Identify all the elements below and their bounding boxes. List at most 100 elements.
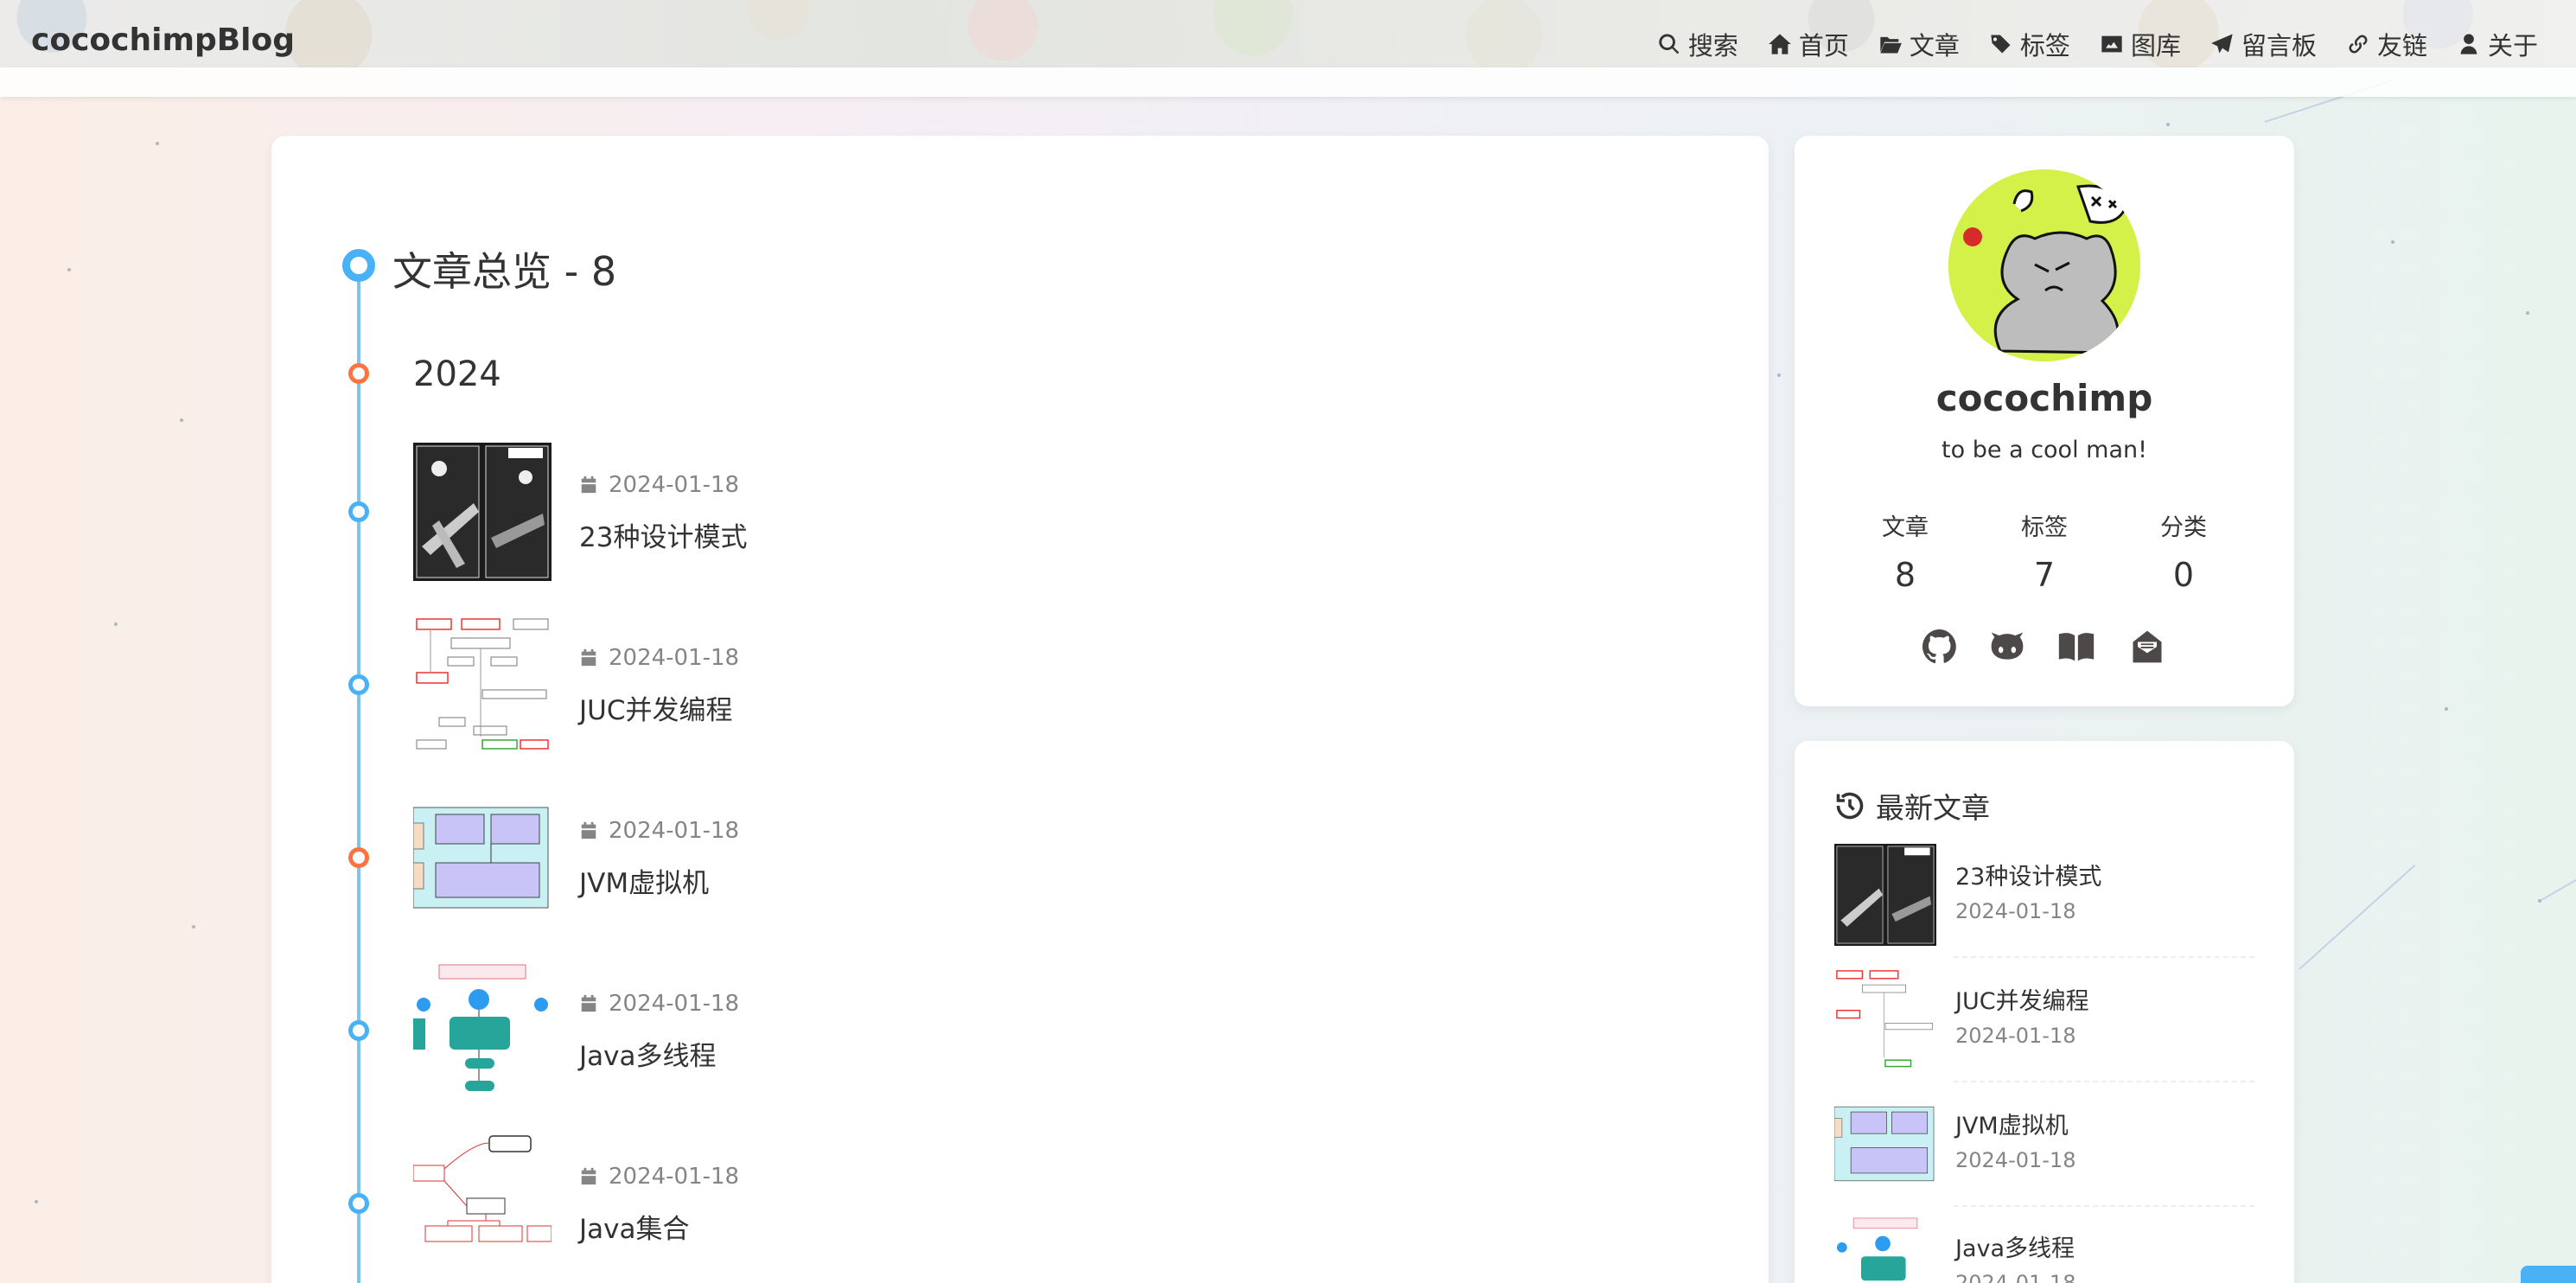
post-title-link[interactable]: Java集合: [579, 1207, 689, 1246]
github-link[interactable]: [1921, 628, 1959, 666]
post-date-text: 2024-01-18: [609, 818, 740, 844]
post-date-text: 2024-01-18: [609, 1164, 740, 1190]
nav-gallery[interactable]: 图库: [2100, 26, 2181, 62]
recent-post-thumbnail: [1834, 968, 1936, 1070]
nav-label: 标签: [2019, 31, 2070, 61]
author-name: cocochimp: [1935, 377, 2153, 419]
timeline-dot: [348, 674, 369, 695]
timeline-dot: [348, 501, 369, 522]
nav-tags[interactable]: 标签: [1989, 26, 2070, 62]
archive-post: 2024-01-18 23种设计模式: [0, 443, 1497, 590]
calendar-icon: [581, 994, 596, 1012]
post-title-link[interactable]: 23种设计模式: [579, 515, 747, 554]
nav-label: 留言板: [2241, 31, 2317, 61]
recent-post-title: Java多线程: [1955, 1235, 2075, 1262]
nav-label: 友链: [2376, 31, 2427, 61]
stat-articles[interactable]: 文章 8: [1845, 508, 1966, 594]
timeline-line: [357, 266, 360, 1283]
post-thumbnail[interactable]: [413, 616, 552, 754]
nav-label: 搜索: [1687, 31, 1738, 61]
user-icon: [2460, 34, 2477, 54]
multithread-diagram-thumbnail: [413, 961, 552, 1100]
post-title-link[interactable]: JVM虚拟机: [579, 861, 709, 900]
nav-label: 关于: [2487, 31, 2538, 61]
stat-value: 7: [2033, 556, 2056, 594]
nav-about[interactable]: 关于: [2457, 26, 2538, 62]
stat-label: 标签: [2021, 514, 2068, 541]
avatar[interactable]: [1948, 169, 2140, 361]
tags-icon: [1991, 35, 2011, 54]
nav-label: 文章: [1909, 31, 1960, 61]
scroll-to-top-button[interactable]: [2521, 1266, 2576, 1283]
jvm-diagram-thumbnail: [1834, 1093, 1936, 1195]
recent-post-date: 2024-01-18: [1955, 1271, 2076, 1283]
stat-label: 文章: [1882, 514, 1929, 541]
recent-post-item[interactable]: JVM虚拟机 2024-01-18: [1834, 1093, 2254, 1197]
recent-post-date: 2024-01-18: [1955, 1148, 2076, 1172]
recent-posts-header: 最新文章: [1834, 785, 1990, 827]
site-logo[interactable]: cocochimpBlog: [31, 22, 295, 58]
recent-post-item[interactable]: 23种设计模式 2024-01-18: [1834, 844, 2254, 948]
post-date: 2024-01-18: [579, 645, 739, 671]
paper-plane-icon: [2211, 34, 2233, 54]
post-date: 2024-01-18: [579, 1164, 739, 1190]
post-title-link[interactable]: Java多线程: [579, 1034, 716, 1073]
recent-post-title: 23种设计模式: [1955, 864, 2102, 890]
nav-search[interactable]: 搜索: [1657, 26, 1738, 62]
nav-friend-links[interactable]: 友链: [2346, 26, 2427, 62]
stat-categories[interactable]: 分类 0: [2123, 508, 2244, 594]
post-date-text: 2024-01-18: [609, 472, 740, 498]
multithread-diagram-thumbnail: [1834, 1216, 1936, 1283]
recent-post-title: JVM虚拟机: [1955, 1113, 2069, 1139]
mail-icon: [2133, 630, 2162, 663]
post-date: 2024-01-18: [579, 818, 739, 844]
gitee-icon: [1991, 632, 2024, 660]
archive-post: 2024-01-18 JVM虚拟机: [0, 788, 1497, 935]
divider: [1954, 1205, 2254, 1207]
divider: [1954, 956, 2254, 958]
main-nav: 搜索 首页 文章 标签 图库 留言板 友链 关于: [1657, 26, 2538, 62]
recent-post-thumbnail: [1834, 844, 1936, 946]
gitee-link[interactable]: [1988, 628, 2026, 666]
archive-post: 2024-01-18 Java集合: [0, 1134, 1497, 1281]
cat-avatar-image: [1948, 169, 2140, 361]
github-icon: [1922, 629, 1956, 664]
timeline-dot: [348, 847, 369, 868]
calendar-icon: [581, 648, 596, 667]
archive-post: 2024-01-18 Java多线程: [0, 961, 1497, 1108]
archive-post: 2024-01-18 JUC并发编程: [0, 616, 1497, 763]
stat-label: 分类: [2160, 514, 2207, 541]
link-icon: [2349, 35, 2368, 54]
post-thumbnail[interactable]: [413, 788, 552, 927]
search-icon: [1659, 34, 1680, 54]
collections-diagram-thumbnail: [413, 1134, 552, 1273]
stat-value: 8: [1894, 556, 1916, 594]
book-link[interactable]: [2057, 628, 2095, 666]
timeline-dot: [348, 1193, 369, 1214]
post-title-link[interactable]: JUC并发编程: [579, 688, 732, 727]
post-date: 2024-01-18: [579, 991, 739, 1017]
image-icon: [2101, 35, 2122, 53]
recent-post-date: 2024-01-18: [1955, 1024, 2076, 1048]
post-thumbnail[interactable]: [413, 961, 552, 1100]
nav-home[interactable]: 首页: [1768, 26, 1849, 62]
post-thumbnail[interactable]: [413, 443, 552, 581]
mail-link[interactable]: [2128, 628, 2166, 666]
design-patterns-thumbnail: [1834, 844, 1936, 946]
design-patterns-thumbnail: [413, 443, 552, 581]
nav-articles[interactable]: 文章: [1878, 26, 1960, 62]
nav-label: 图库: [2130, 31, 2181, 61]
juc-diagram-thumbnail: [413, 616, 552, 754]
timeline-title-marker: [342, 249, 375, 282]
author-description: to be a cool man!: [1942, 437, 2147, 463]
post-date-text: 2024-01-18: [609, 645, 740, 671]
nav-guestbook[interactable]: 留言板: [2210, 26, 2317, 62]
recent-post-item[interactable]: Java多线程 2024-01-18: [1834, 1216, 2254, 1283]
jvm-diagram-thumbnail: [413, 788, 552, 927]
calendar-icon: [581, 1167, 596, 1185]
post-thumbnail[interactable]: [413, 1134, 552, 1273]
stat-tags[interactable]: 标签 7: [1984, 508, 2105, 594]
recent-post-item[interactable]: JUC并发编程 2024-01-18: [1834, 968, 2254, 1072]
stat-value: 0: [2172, 556, 2195, 594]
recent-post-title: JUC并发编程: [1955, 988, 2089, 1015]
